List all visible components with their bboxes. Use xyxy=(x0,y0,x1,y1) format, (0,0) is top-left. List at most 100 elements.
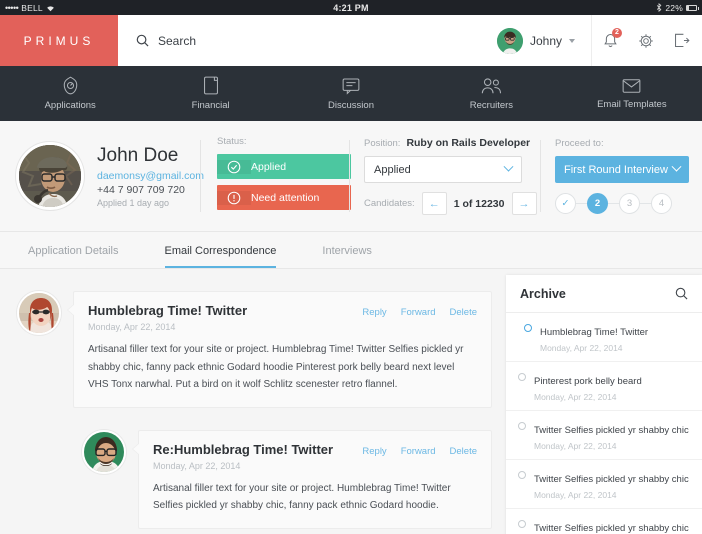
candidate-email[interactable]: daemonsy@gmail.com xyxy=(97,170,204,182)
message-item: Humblebrag Time! Twitter Reply Forward D… xyxy=(0,291,506,408)
settings-button[interactable] xyxy=(628,15,664,66)
archive-item[interactable]: Humblebrag Time! Twitter Monday, Apr 22,… xyxy=(506,313,702,362)
nav-item-financial[interactable]: Financial xyxy=(140,66,280,121)
notifications-button[interactable]: 2 xyxy=(592,15,628,66)
delete-link[interactable]: Delete xyxy=(450,446,477,457)
content-area: Humblebrag Time! Twitter Reply Forward D… xyxy=(0,269,702,534)
next-candidate-button[interactable]: → xyxy=(511,192,537,215)
tab-email-correspondence[interactable]: Email Correspondence xyxy=(164,245,277,268)
candidate-name: John Doe xyxy=(97,144,179,166)
archive-item-text: Twitter Selfies pickled yr shabby chic M… xyxy=(534,469,689,500)
archive-item-text: Twitter Selfies pickled yr shabby chic M… xyxy=(534,420,689,451)
position-label: Position: xyxy=(364,138,401,149)
chevron-down-icon xyxy=(671,161,682,172)
message-body: Artisanal filler text for your site or p… xyxy=(153,482,451,512)
nav-item-recruiters[interactable]: Recruiters xyxy=(421,66,561,121)
search-icon xyxy=(136,34,149,47)
avatar xyxy=(496,27,523,54)
position-value: Ruby on Rails Developer xyxy=(406,137,531,149)
nav-label: Recruiters xyxy=(469,99,514,111)
top-bar: PRIMUS Search Johny 2 xyxy=(0,15,702,66)
archive-item-date: Monday, Apr 22, 2014 xyxy=(540,343,623,353)
book-icon xyxy=(203,76,219,95)
candidates-pager: Candidates: ← 1 of 12230 → xyxy=(364,192,540,215)
message-title: Humblebrag Time! Twitter xyxy=(88,303,248,318)
delete-link[interactable]: Delete xyxy=(450,307,477,318)
step-1[interactable]: ✓ xyxy=(555,193,576,214)
message-actions: Reply Forward Delete xyxy=(362,446,477,457)
message-item: Re:Humblebrag Time! Twitter Reply Forwar… xyxy=(0,429,506,529)
nav-item-email-templates[interactable]: Email Templates xyxy=(562,66,702,121)
archive-panel: Archive Humblebrag Time! Twitter Monday,… xyxy=(506,275,702,534)
status-bar-right: 22% xyxy=(656,2,699,13)
archive-item-title: Twitter Selfies pickled yr shabby chic xyxy=(534,523,689,534)
archive-item-date: Monday, Apr 22, 2014 xyxy=(534,392,617,402)
app-logo[interactable]: PRIMUS xyxy=(0,15,118,66)
battery-icon xyxy=(686,4,699,11)
user-name-label: Johny xyxy=(529,33,562,48)
message-header: Humblebrag Time! Twitter Reply Forward D… xyxy=(88,303,477,318)
user-menu[interactable]: Johny xyxy=(496,27,591,54)
archive-item[interactable]: Twitter Selfies pickled yr shabby chic M… xyxy=(506,411,702,460)
main-navigation: Applications Financial Discussion Recrui… xyxy=(0,66,702,121)
notification-badge: 2 xyxy=(612,28,622,38)
status-label: Status: xyxy=(217,136,247,147)
proceed-label: Proceed to: xyxy=(555,138,604,149)
archive-item-date: Monday, Apr 22, 2014 xyxy=(534,441,617,451)
tab-interviews[interactable]: Interviews xyxy=(322,245,372,268)
message-bubble: Re:Humblebrag Time! Twitter Reply Forwar… xyxy=(132,429,492,529)
reply-link[interactable]: Reply xyxy=(362,446,386,457)
archive-header: Archive xyxy=(506,275,702,313)
status-badge-applied[interactable]: Applied xyxy=(217,154,351,179)
status-ring-icon xyxy=(518,471,526,479)
nav-label: Applications xyxy=(44,100,96,111)
tab-application-details[interactable]: Application Details xyxy=(28,245,119,268)
status-column: Status: Applied Need attention xyxy=(201,136,351,216)
archive-item[interactable]: Twitter Selfies pickled yr shabby chic M… xyxy=(506,509,702,534)
status-badge-attention[interactable]: Need attention xyxy=(217,185,351,210)
app-window: ••••• BELL 4:21 PM 22% PRIMUS Search Joh… xyxy=(0,0,702,534)
message-title: Re:Humblebrag Time! Twitter xyxy=(153,441,334,457)
status-ring-icon xyxy=(518,422,526,430)
stage-select-value: Applied xyxy=(374,163,411,176)
archive-search-icon[interactable] xyxy=(675,287,688,300)
chevron-down-icon xyxy=(569,38,575,43)
step-3[interactable]: 3 xyxy=(619,193,640,214)
nav-item-discussion[interactable]: Discussion xyxy=(281,66,421,121)
reply-link[interactable]: Reply xyxy=(362,307,386,318)
stage-select[interactable]: Applied xyxy=(364,156,522,183)
message-body: Artisanal filler text for your site or p… xyxy=(88,344,464,390)
forward-link[interactable]: Forward xyxy=(401,446,436,457)
archive-item[interactable]: Pinterest pork belly beard Monday, Apr 2… xyxy=(506,362,702,411)
content-tabs: Application Details Email Correspondence… xyxy=(0,232,702,269)
archive-item-title: Twitter Selfies pickled yr shabby chic xyxy=(534,425,689,436)
nav-item-applications[interactable]: Applications xyxy=(0,66,140,121)
archive-item-title: Pinterest pork belly beard xyxy=(534,376,642,387)
archive-item-text: Twitter Selfies pickled yr shabby chic M… xyxy=(534,518,689,534)
archive-title: Archive xyxy=(520,286,566,301)
prev-candidate-button[interactable]: ← xyxy=(421,192,447,215)
battery-percent-label: 22% xyxy=(665,2,683,13)
archive-item-title: Humblebrag Time! Twitter xyxy=(540,327,649,338)
message-header: Re:Humblebrag Time! Twitter Reply Forwar… xyxy=(153,442,477,457)
action-icon-bar: 2 xyxy=(591,15,700,66)
check-circle-icon xyxy=(217,159,251,174)
candidate-identity: John Doe daemonsy@gmail.com +44 7 907 70… xyxy=(0,142,204,210)
archive-item[interactable]: Twitter Selfies pickled yr shabby chic M… xyxy=(506,460,702,509)
proceed-select-value: First Round Interview xyxy=(564,163,668,176)
candidate-summary-bar: John Doe daemonsy@gmail.com +44 7 907 70… xyxy=(0,121,702,232)
bluetooth-icon xyxy=(656,3,662,12)
step-2[interactable]: 2 xyxy=(587,193,608,214)
proceed-select[interactable]: First Round Interview xyxy=(555,156,689,183)
search-area xyxy=(118,15,497,66)
people-icon xyxy=(481,77,502,95)
candidates-label: Candidates: xyxy=(364,198,415,209)
logout-button[interactable] xyxy=(664,15,700,66)
proceed-column: Proceed to: First Round Interview ✓ 2 3 … xyxy=(541,138,691,214)
search-input[interactable] xyxy=(158,33,398,48)
nav-label: Email Templates xyxy=(597,98,667,110)
step-connector xyxy=(576,203,587,204)
status-ring-icon xyxy=(524,324,532,332)
forward-link[interactable]: Forward xyxy=(401,307,436,318)
step-4[interactable]: 4 xyxy=(651,193,672,214)
